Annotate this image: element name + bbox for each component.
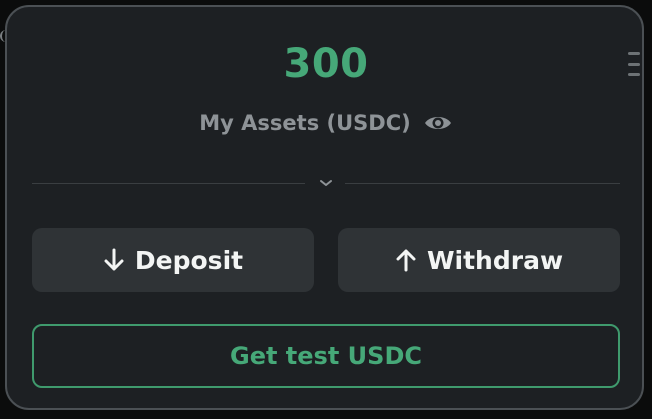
get-test-usdc-button[interactable]: Get test USDC [32,324,620,388]
eye-icon[interactable] [423,112,453,134]
divider-right [345,183,620,184]
arrow-down-icon [104,248,124,271]
assets-label: My Assets (USDC) [199,111,411,135]
assets-row: My Assets (USDC) [0,106,652,140]
arrow-up-icon [396,249,416,272]
divider-left [32,183,305,184]
menu-icon[interactable] [628,52,640,76]
deposit-label: Deposit [134,245,244,275]
asset-amount: 300 [283,41,369,87]
chevron-down-icon[interactable] [317,176,335,190]
withdraw-button[interactable]: Withdraw [338,228,620,292]
get-test-usdc-label: Get test USDC [230,342,422,370]
deposit-button[interactable]: Deposit [32,228,314,292]
withdraw-label: Withdraw [426,245,564,275]
